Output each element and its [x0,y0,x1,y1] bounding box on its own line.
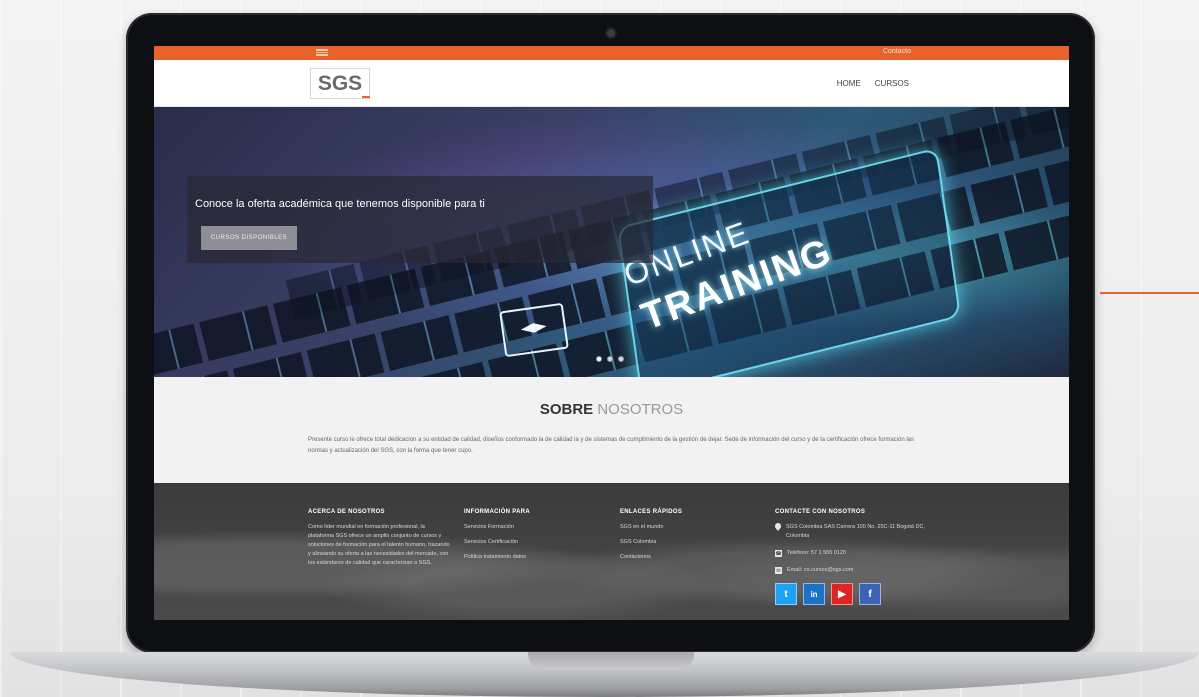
linkedin-icon[interactable]: in [803,583,825,605]
footer-info-link[interactable]: Servicios Certificación [464,538,594,547]
contact-phone-row: ☎ Teléfono: 57 1 555 0120 [775,549,925,558]
decorative-line [1100,292,1199,294]
graduation-cap-icon [520,321,548,338]
footer-quick-links: ENLACES RÁPIDOS SGS en el mundo SGS Colo… [620,509,750,568]
about-title-strong: SOBRE [539,401,594,418]
footer-info-link[interactable]: Política tratamiento datos [464,553,594,562]
about-section: SOBRE NOSOTROS Presente curso le ofrece … [154,377,1069,483]
footer-quick-link[interactable]: Contáctenos [620,553,750,562]
courses-button[interactable]: CURSOS DISPONIBLES [201,226,297,250]
top-contact-link[interactable]: Contacto [883,48,911,55]
slider-dot-1[interactable] [596,356,602,362]
footer-contact: CONTACTE CON NOSOTROS SGS Colombia SAS C… [775,509,925,605]
nav-cursos[interactable]: CURSOS [875,79,909,88]
graduation-laptop-icon [499,302,569,358]
footer-quick-links-title: ENLACES RÁPIDOS [620,509,683,515]
camera-icon [607,29,615,37]
footer: ACERCA DE NOSOTROS Como líder mundial en… [154,483,1069,620]
slider-dot-3[interactable] [618,356,624,362]
nav-links: HOME CURSOS [837,79,909,88]
slider-dots [596,356,624,362]
footer-quick-link[interactable]: SGS en el mundo [620,523,750,532]
footer-info-title: INFORMACIÓN PARA [464,509,531,515]
about-title-light: NOSOTROS [597,401,684,418]
navbar: SGS HOME CURSOS [154,60,1069,107]
envelope-icon: ✉ [775,567,782,574]
map-pin-icon [775,523,781,531]
slider-dot-2[interactable] [607,356,613,362]
contact-email[interactable]: Email: co.cursos@sgs.com [787,566,853,575]
hero-slider: ONLINE TRAINING Conoce la oferta académi… [154,107,1069,377]
hamburger-menu-icon[interactable] [316,49,328,56]
footer-about-title: ACERCA DE NOSOTROS [308,509,385,515]
top-orange-bar: Contacto [154,46,1069,60]
contact-phone: Teléfono: 57 1 555 0120 [787,550,847,556]
footer-info: INFORMACIÓN PARA Servicios Formación Ser… [464,509,594,568]
about-title: SOBRE NOSOTROS [154,401,1069,418]
logo-accent [362,96,370,98]
footer-quick-link[interactable]: SGS Colombia [620,538,750,547]
laptop-screen: Contacto SGS HOME CURSOS ONLINE TRAINING… [154,46,1069,620]
hero-heading: Conoce la oferta académica que tenemos d… [195,198,485,210]
sgs-logo[interactable]: SGS [310,68,370,99]
contact-address: SGS Colombia SAS Carrera 100 No. 25C-11 … [786,524,925,539]
about-text: Presente curso le ofrece total dedicació… [308,437,915,454]
footer-about-text: Como líder mundial en formación profesio… [308,524,450,566]
contact-email-row: ✉ Email: co.cursos@sgs.com [775,566,925,575]
footer-about: ACERCA DE NOSOTROS Como líder mundial en… [308,509,450,568]
contact-address-row: SGS Colombia SAS Carrera 100 No. 25C-11 … [775,523,925,541]
footer-info-link[interactable]: Servicios Formación [464,523,594,532]
laptop-notch [528,652,694,670]
youtube-icon[interactable]: ▶ [831,583,853,605]
hero-caption-box: Conoce la oferta académica que tenemos d… [187,176,653,263]
footer-contact-title: CONTACTE CON NOSOTROS [775,509,866,515]
phone-icon: ☎ [775,550,782,557]
nav-home[interactable]: HOME [837,79,861,88]
twitter-icon[interactable]: t [775,583,797,605]
social-links: t in ▶ f [775,583,925,605]
facebook-icon[interactable]: f [859,583,881,605]
